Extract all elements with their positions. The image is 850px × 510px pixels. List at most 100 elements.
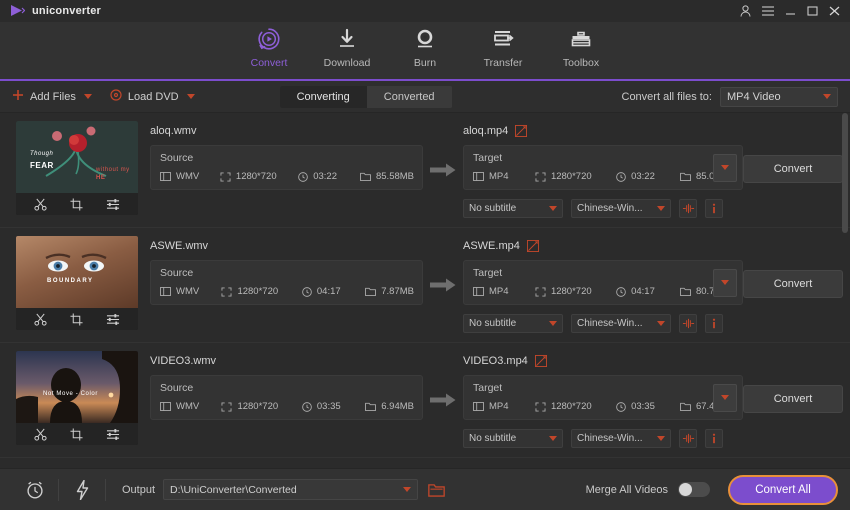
load-dvd-button[interactable]: Load DVD xyxy=(110,88,179,106)
audio-waveform-icon[interactable] xyxy=(679,199,697,218)
source-resolution: 1280*720 xyxy=(221,286,287,297)
convert-button[interactable]: Convert xyxy=(743,270,843,298)
source-file-name: aloq.wmv xyxy=(150,125,197,137)
download-arrow-icon xyxy=(335,26,359,52)
toggle-knob xyxy=(679,483,692,496)
load-dvd-caret-icon[interactable] xyxy=(186,94,195,99)
row-convert-action: Convert xyxy=(743,236,843,342)
rename-edit-icon[interactable] xyxy=(534,355,547,367)
subtitle-select[interactable]: No subtitle xyxy=(463,314,563,333)
toolbox-icon xyxy=(569,26,593,52)
target-format-dropdown[interactable] xyxy=(713,153,737,182)
target-resolution: 1280*720 xyxy=(535,286,602,297)
nav-item-burn[interactable]: Burn xyxy=(386,22,464,69)
merge-label: Merge All Videos xyxy=(585,483,668,496)
audio-track-select[interactable]: Chinese-Win... xyxy=(571,199,671,218)
audio-track-select[interactable]: Chinese-Win... xyxy=(571,429,671,448)
tab-converted[interactable]: Converted xyxy=(366,85,452,108)
convert-all-to-label: Convert all files to: xyxy=(621,90,712,103)
nav-item-convert[interactable]: Convert xyxy=(230,22,308,69)
trim-scissors-icon[interactable] xyxy=(34,428,47,441)
nav-label-transfer: Transfer xyxy=(483,57,523,69)
audio-waveform-icon[interactable] xyxy=(679,429,697,448)
info-icon[interactable] xyxy=(705,199,723,218)
nav-label-toolbox: Toolbox xyxy=(562,57,600,69)
subtitle-value: No subtitle xyxy=(469,318,517,329)
file-list-scrollbar[interactable] xyxy=(842,113,848,468)
rename-edit-icon[interactable] xyxy=(526,240,539,252)
alarm-clock-icon[interactable] xyxy=(18,480,52,500)
subtitle-audio-row: No subtitle Chinese-Win... xyxy=(463,314,743,333)
file-row: BOUNDARY ASWE.wmv Source WMV 1280*720 04… xyxy=(0,228,850,343)
window-controls xyxy=(740,5,842,17)
thumbnail-tools xyxy=(16,308,138,330)
open-folder-icon[interactable] xyxy=(428,483,445,497)
target-duration: 03:22 xyxy=(616,171,666,182)
nav-label-convert: Convert xyxy=(250,57,288,69)
source-size: 85.58MB xyxy=(360,171,414,182)
target-format: MP4 xyxy=(473,401,521,412)
add-files-button[interactable]: Add Files xyxy=(12,88,76,106)
trim-scissors-icon[interactable] xyxy=(34,198,47,211)
chevron-down-icon[interactable] xyxy=(403,487,412,492)
nav-item-download[interactable]: Download xyxy=(308,22,386,69)
crop-icon[interactable] xyxy=(70,312,83,326)
target-file-name-row: aloq.mp4 xyxy=(463,125,743,137)
nav-item-transfer[interactable]: Transfer xyxy=(464,22,542,69)
subtitle-select[interactable]: No subtitle xyxy=(463,429,563,448)
rename-edit-icon[interactable] xyxy=(515,125,528,137)
target-format-dropdown[interactable] xyxy=(713,268,737,297)
format-select[interactable]: MP4 Video xyxy=(719,86,838,107)
conversion-arrow xyxy=(423,351,463,457)
source-format: WMV xyxy=(160,171,206,182)
account-icon[interactable] xyxy=(740,5,751,17)
add-files-caret-icon[interactable] xyxy=(83,94,92,99)
target-resolution: 1280*720 xyxy=(535,171,602,182)
transfer-device-icon xyxy=(491,26,515,52)
minimize-icon[interactable] xyxy=(785,6,796,16)
output-path-field[interactable]: D:\UniConverter\Converted xyxy=(163,479,419,500)
audio-track-value: Chinese-Win... xyxy=(577,433,643,444)
maximize-icon[interactable] xyxy=(807,6,818,16)
video-thumbnail[interactable]: BOUNDARY xyxy=(16,236,138,330)
target-column: ASWE.mp4 Target MP4 1280*720 04:17 No su… xyxy=(463,236,743,342)
target-file-name: ASWE.mp4 xyxy=(463,240,520,252)
info-icon[interactable] xyxy=(705,429,723,448)
info-icon[interactable] xyxy=(705,314,723,333)
convert-button[interactable]: Convert xyxy=(743,385,843,413)
crop-icon[interactable] xyxy=(70,427,83,441)
effects-sliders-icon[interactable] xyxy=(106,198,120,211)
scrollbar-thumb[interactable] xyxy=(842,113,848,233)
trim-scissors-icon[interactable] xyxy=(34,313,47,326)
subtitle-select[interactable]: No subtitle xyxy=(463,199,563,218)
lightning-bolt-icon[interactable] xyxy=(65,479,99,500)
target-format-dropdown[interactable] xyxy=(713,383,737,412)
crop-icon[interactable] xyxy=(70,197,83,211)
app-brand: uniconverter xyxy=(10,4,101,18)
video-thumbnail[interactable]: Though FEAR without my HE xyxy=(16,121,138,215)
nav-item-toolbox[interactable]: Toolbox xyxy=(542,22,620,69)
menu-icon[interactable] xyxy=(762,6,774,16)
disc-icon xyxy=(110,88,122,106)
target-column: aloq.mp4 Target MP4 1280*720 03:22 No su… xyxy=(463,121,743,227)
audio-waveform-icon[interactable] xyxy=(679,314,697,333)
tab-converting[interactable]: Converting xyxy=(279,85,367,108)
merge-toggle[interactable] xyxy=(678,482,710,497)
bottom-bar: Output D:\UniConverter\Converted Merge A… xyxy=(0,468,850,510)
audio-track-value: Chinese-Win... xyxy=(577,318,643,329)
video-thumbnail[interactable]: Not Move - Color xyxy=(16,351,138,445)
chevron-down-icon xyxy=(549,206,557,211)
source-caption: Source xyxy=(160,152,194,164)
target-format: MP4 xyxy=(473,171,521,182)
audio-track-select[interactable]: Chinese-Win... xyxy=(571,314,671,333)
status-tabs: Converting Converted xyxy=(279,85,452,108)
subtitle-value: No subtitle xyxy=(469,433,517,444)
convert-button[interactable]: Convert xyxy=(743,155,843,183)
effects-sliders-icon[interactable] xyxy=(106,428,120,441)
chevron-down-icon xyxy=(721,165,729,170)
thumbnail-image: Not Move - Color xyxy=(16,351,138,423)
convert-all-button[interactable]: Convert All xyxy=(728,474,838,505)
close-icon[interactable] xyxy=(829,6,840,16)
effects-sliders-icon[interactable] xyxy=(106,313,120,326)
source-resolution: 1280*720 xyxy=(221,401,287,412)
